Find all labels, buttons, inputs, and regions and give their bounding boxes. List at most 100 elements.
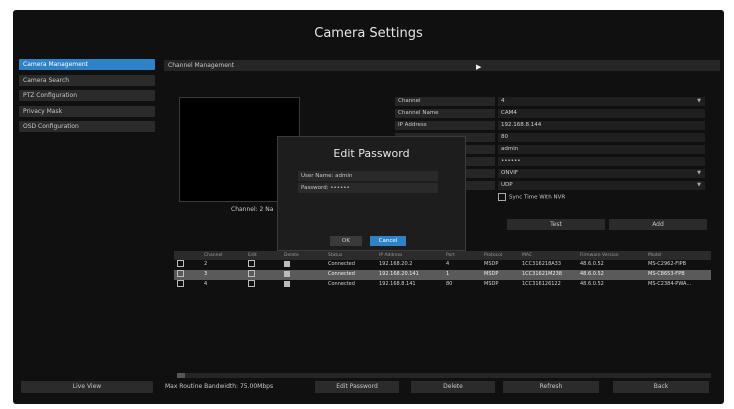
dialog-username-value: admin <box>335 173 353 179</box>
table-horizontal-scrollbar[interactable] <box>177 373 711 378</box>
cell-ip: 192.168.20.2 <box>379 261 413 267</box>
chevron-down-icon: ▼ <box>697 170 701 176</box>
live-view-button[interactable]: Live View <box>21 381 153 393</box>
cell-channel: 3 <box>204 271 208 277</box>
edit-password-button[interactable]: Edit Password <box>315 381 399 393</box>
prop-row-channel: Channel 4 ▼ <box>395 97 705 107</box>
ip-address-field[interactable]: 192.168.8.144 <box>498 121 705 130</box>
checkbox-icon <box>177 260 184 267</box>
col-header-protocol[interactable]: Protocol <box>484 251 512 260</box>
table-row[interactable]: 4 Connected 192.168.8.141 80 MSDP 1CC316… <box>174 280 711 290</box>
col-header-mac[interactable]: MAC <box>522 251 574 260</box>
cell-firmware: 48.6.0.52 <box>580 271 604 277</box>
edit-password-dialog: Edit Password User Name: admin Password:… <box>277 136 466 251</box>
cell-mac: 1CC31621M238 <box>522 271 562 277</box>
delete-row-button[interactable] <box>284 280 308 290</box>
protocol-select[interactable]: ONVIF ▼ <box>498 169 705 178</box>
col-header-ip[interactable]: IP Address <box>379 251 431 260</box>
sidebar: Camera Management Camera Search PTZ Conf… <box>19 59 155 137</box>
password-field[interactable]: •••••• <box>498 157 705 166</box>
cell-firmware: 48.6.0.52 <box>580 281 604 287</box>
dialog-password-label: Password: <box>301 185 329 191</box>
row-checkbox[interactable] <box>177 280 187 290</box>
cell-ip: 192.168.8.141 <box>379 281 416 287</box>
port-field[interactable]: 80 <box>498 133 705 142</box>
edit-icon <box>248 260 255 267</box>
channel-select[interactable]: 4 ▼ <box>498 97 705 106</box>
trash-icon <box>284 260 290 267</box>
cell-protocol: MSDP <box>484 261 499 267</box>
dialog-title: Edit Password <box>333 147 410 160</box>
chevron-down-icon: ▼ <box>697 182 701 188</box>
cell-status: Connected <box>328 261 355 267</box>
window-title: Camera Settings <box>314 26 423 41</box>
sidebar-item-privacy-mask[interactable]: Privacy Mask <box>19 105 155 117</box>
sidebar-item-camera-management[interactable]: Camera Management <box>19 59 155 70</box>
col-header-status[interactable]: Status <box>328 251 368 260</box>
cell-protocol: MSDP <box>484 271 499 277</box>
row-checkbox[interactable] <box>177 260 187 270</box>
dialog-username-row: User Name: admin <box>298 171 438 181</box>
prop-label: IP Address <box>395 121 495 130</box>
cell-channel: 4 <box>204 281 208 287</box>
dialog-password-field[interactable]: •••••• <box>330 185 349 191</box>
edit-icon <box>248 280 255 287</box>
prop-value: ONVIF <box>501 170 518 176</box>
cell-port: 80 <box>446 281 453 287</box>
dialog-username-label: User Name: <box>301 173 334 179</box>
nvr-screen: Camera Settings Camera Management Camera… <box>13 10 724 404</box>
table-header: Channel Edit Delete Status IP Address Po… <box>174 251 711 260</box>
prop-label: Channel <box>395 97 495 106</box>
col-header-channel[interactable]: Channel <box>204 251 234 260</box>
username-field[interactable]: admin <box>498 145 705 154</box>
camera-table: Channel Edit Delete Status IP Address Po… <box>174 251 711 290</box>
test-button[interactable]: Test <box>507 219 605 230</box>
trash-icon <box>284 270 290 277</box>
dialog-ok-button[interactable]: OK <box>330 236 362 246</box>
cell-mac: 1CC316126122 <box>522 281 561 287</box>
col-header-select <box>177 251 187 260</box>
prop-label: Channel Name <box>395 109 495 118</box>
table-row[interactable]: 2 Connected 192.168.20.2 4 MSDP 1CC31621… <box>174 260 711 270</box>
col-header-firmware[interactable]: Firmware Version <box>580 251 636 260</box>
cell-status: Connected <box>328 271 355 277</box>
cell-channel: 2 <box>204 261 208 267</box>
sidebar-item-camera-search[interactable]: Camera Search <box>19 74 155 86</box>
delete-row-button[interactable] <box>284 270 308 280</box>
col-header-edit: Edit <box>248 253 257 258</box>
edit-row-button[interactable] <box>248 270 268 280</box>
edit-row-button[interactable] <box>248 280 268 290</box>
table-row[interactable]: 3 Connected 192.168.20.141 1 MSDP 1CC316… <box>174 270 711 280</box>
delete-button[interactable]: Delete <box>411 381 495 393</box>
mouse-cursor-icon: ▶ <box>476 63 482 71</box>
cell-mac: 1CC316218A33 <box>522 261 562 267</box>
prop-value: UDP <box>501 182 513 188</box>
col-header-port[interactable]: Port <box>446 251 474 260</box>
row-checkbox[interactable] <box>177 270 187 280</box>
add-button[interactable]: Add <box>609 219 707 230</box>
prop-value: 4 <box>501 98 505 104</box>
channel-name-field[interactable]: CAM4 <box>498 109 705 118</box>
sync-time-checkbox[interactable]: Sync Time With NVR <box>498 193 705 202</box>
sidebar-item-ptz-configuration[interactable]: PTZ Configuration <box>19 90 155 101</box>
checkbox-icon <box>177 280 184 287</box>
col-header-delete: Delete <box>284 253 299 258</box>
refresh-button[interactable]: Refresh <box>503 381 599 393</box>
cell-model: MS-C2384-PWA... <box>648 281 692 287</box>
dialog-cancel-button[interactable]: Cancel <box>370 236 406 246</box>
dialog-password-row[interactable]: Password: •••••• <box>298 183 438 193</box>
col-header-model[interactable]: Model <box>648 251 710 260</box>
transport-select[interactable]: UDP ▼ <box>498 181 705 190</box>
sidebar-item-osd-configuration[interactable]: OSD Configuration <box>19 121 155 132</box>
scrollbar-thumb[interactable] <box>177 373 185 378</box>
prop-row-ip-address: IP Address 192.168.8.144 <box>395 121 705 131</box>
edit-icon <box>248 270 255 277</box>
checkbox-icon <box>498 193 506 201</box>
cell-status: Connected <box>328 281 355 287</box>
edit-row-button[interactable] <box>248 260 268 270</box>
back-button[interactable]: Back <box>613 381 709 393</box>
delete-row-button[interactable] <box>284 260 308 270</box>
trash-icon <box>284 280 290 287</box>
cell-firmware: 48.6.0.52 <box>580 261 604 267</box>
cell-model: MS-C2962-FIPB <box>648 261 687 267</box>
